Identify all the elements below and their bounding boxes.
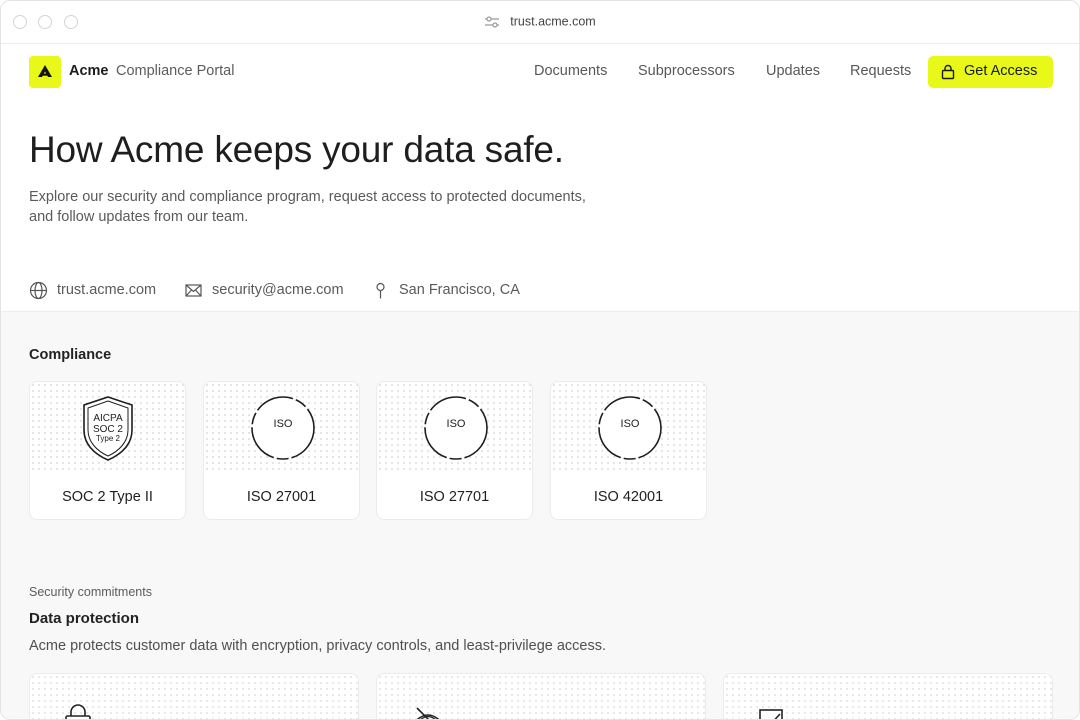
badge-label: ISO 27701 (419, 489, 490, 505)
feature-card-privacy[interactable] (376, 673, 706, 719)
mail-icon (185, 284, 202, 297)
page-description-line-1: Explore our security and compliance prog… (29, 189, 586, 205)
nav-link-requests[interactable]: Requests (850, 63, 911, 79)
badge-card-art: ISO (377, 382, 532, 474)
seal-text-iso: ISO (621, 418, 640, 430)
page-description: Explore our security and compliance prog… (29, 187, 629, 227)
compliance-heading: Compliance (29, 347, 112, 363)
feature-card-encryption[interactable] (29, 673, 359, 719)
get-access-label: Get Access (964, 63, 1038, 79)
badge-card-iso27701[interactable]: ISO ISO 27701 (376, 381, 533, 520)
email-text: security@acme.com (212, 282, 344, 298)
badge-label: ISO 27001 (246, 489, 317, 505)
site-settings-icon[interactable] (484, 16, 500, 28)
main-section: Compliance AICPA SOC 2 Type 2 SOC 2 Type… (1, 311, 1079, 719)
nav-link-documents[interactable]: Documents (534, 63, 607, 79)
get-access-button[interactable]: Get Access (928, 56, 1053, 88)
lock-icon (65, 704, 91, 719)
address-bar-url: trust.acme.com (510, 14, 596, 29)
eye-off-icon (416, 707, 440, 719)
top-nav: Acme Compliance Portal Documents Subproc… (1, 45, 1079, 101)
globe-icon (29, 281, 48, 300)
data-protection-heading: Data protection (29, 610, 140, 627)
address-bar[interactable]: trust.acme.com (1, 14, 1079, 29)
badge-card-art: ISO (551, 382, 706, 474)
seal-text-iso: ISO (274, 418, 293, 430)
browser-window: trust.acme.com Acme Compliance Portal Do… (0, 0, 1080, 720)
badge-label: ISO 42001 (593, 489, 664, 505)
iso-seal-icon: ISO (598, 396, 662, 460)
data-protection-description: Acme protects customer data with encrypt… (29, 638, 607, 654)
brand-name: Acme (69, 63, 109, 79)
badge-label: SOC 2 Type II (62, 489, 153, 505)
page-title: How Acme keeps your data safe. (29, 129, 564, 170)
badge-card-art: AICPA SOC 2 Type 2 (30, 382, 185, 474)
badge-card-iso27001[interactable]: ISO ISO 27001 (203, 381, 360, 520)
nav-link-updates[interactable]: Updates (766, 63, 820, 79)
iso-seal-icon: ISO (424, 396, 488, 460)
iso-seal-icon: ISO (251, 396, 315, 460)
seal-text-iso: ISO (447, 418, 466, 430)
badge-card-art: ISO (204, 382, 359, 474)
feature-card-access[interactable] (723, 673, 1053, 719)
website-text: trust.acme.com (57, 282, 157, 298)
nav-link-subprocessors[interactable]: Subprocessors (638, 63, 735, 79)
seal-text-type2: Type 2 (96, 434, 121, 443)
brand-subtitle: Compliance Portal (116, 63, 235, 79)
acme-logo[interactable] (29, 56, 61, 88)
commitments-kicker: Security commitments (29, 585, 152, 599)
page-description-line-2: and follow updates from our team. (29, 209, 249, 225)
checkbox-icon (759, 709, 783, 719)
browser-chrome: trust.acme.com (1, 1, 1079, 44)
lock-icon (941, 64, 955, 80)
badge-card-iso42001[interactable]: ISO ISO 42001 (550, 381, 707, 520)
location-text: San Francisco, CA (399, 282, 520, 298)
seal-text-aicpa: AICPA (93, 413, 123, 424)
map-pin-icon (376, 282, 385, 299)
aicpa-soc2-seal-icon: AICPA SOC 2 Type 2 (83, 396, 133, 461)
acme-logo-icon (38, 65, 52, 77)
badge-card-soc2[interactable]: AICPA SOC 2 Type 2 SOC 2 Type II (29, 381, 186, 520)
